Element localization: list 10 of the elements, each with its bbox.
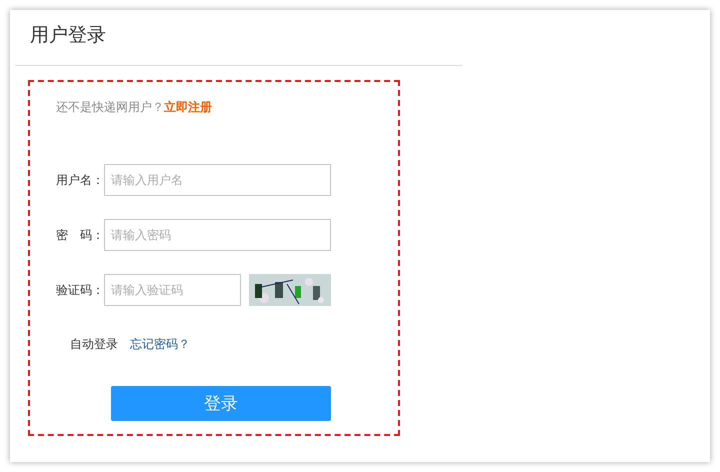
field-label: 密 码： [56,226,104,244]
forgot-password-link[interactable]: 忘记密码？ [130,336,190,352]
field-label: 验证码： [56,282,104,298]
auto-login-label[interactable]: 自动登录 [70,336,118,352]
register-prompt: 还不是快递网用户？ [56,98,164,116]
field-label: 用户名： [56,172,104,188]
input-field[interactable]: 请输入密码 [104,219,331,251]
input-field[interactable]: 请输入用户名 [104,164,331,196]
input-field[interactable]: 请输入验证码 [104,274,241,306]
page-title: 用户登录 [29,23,107,48]
